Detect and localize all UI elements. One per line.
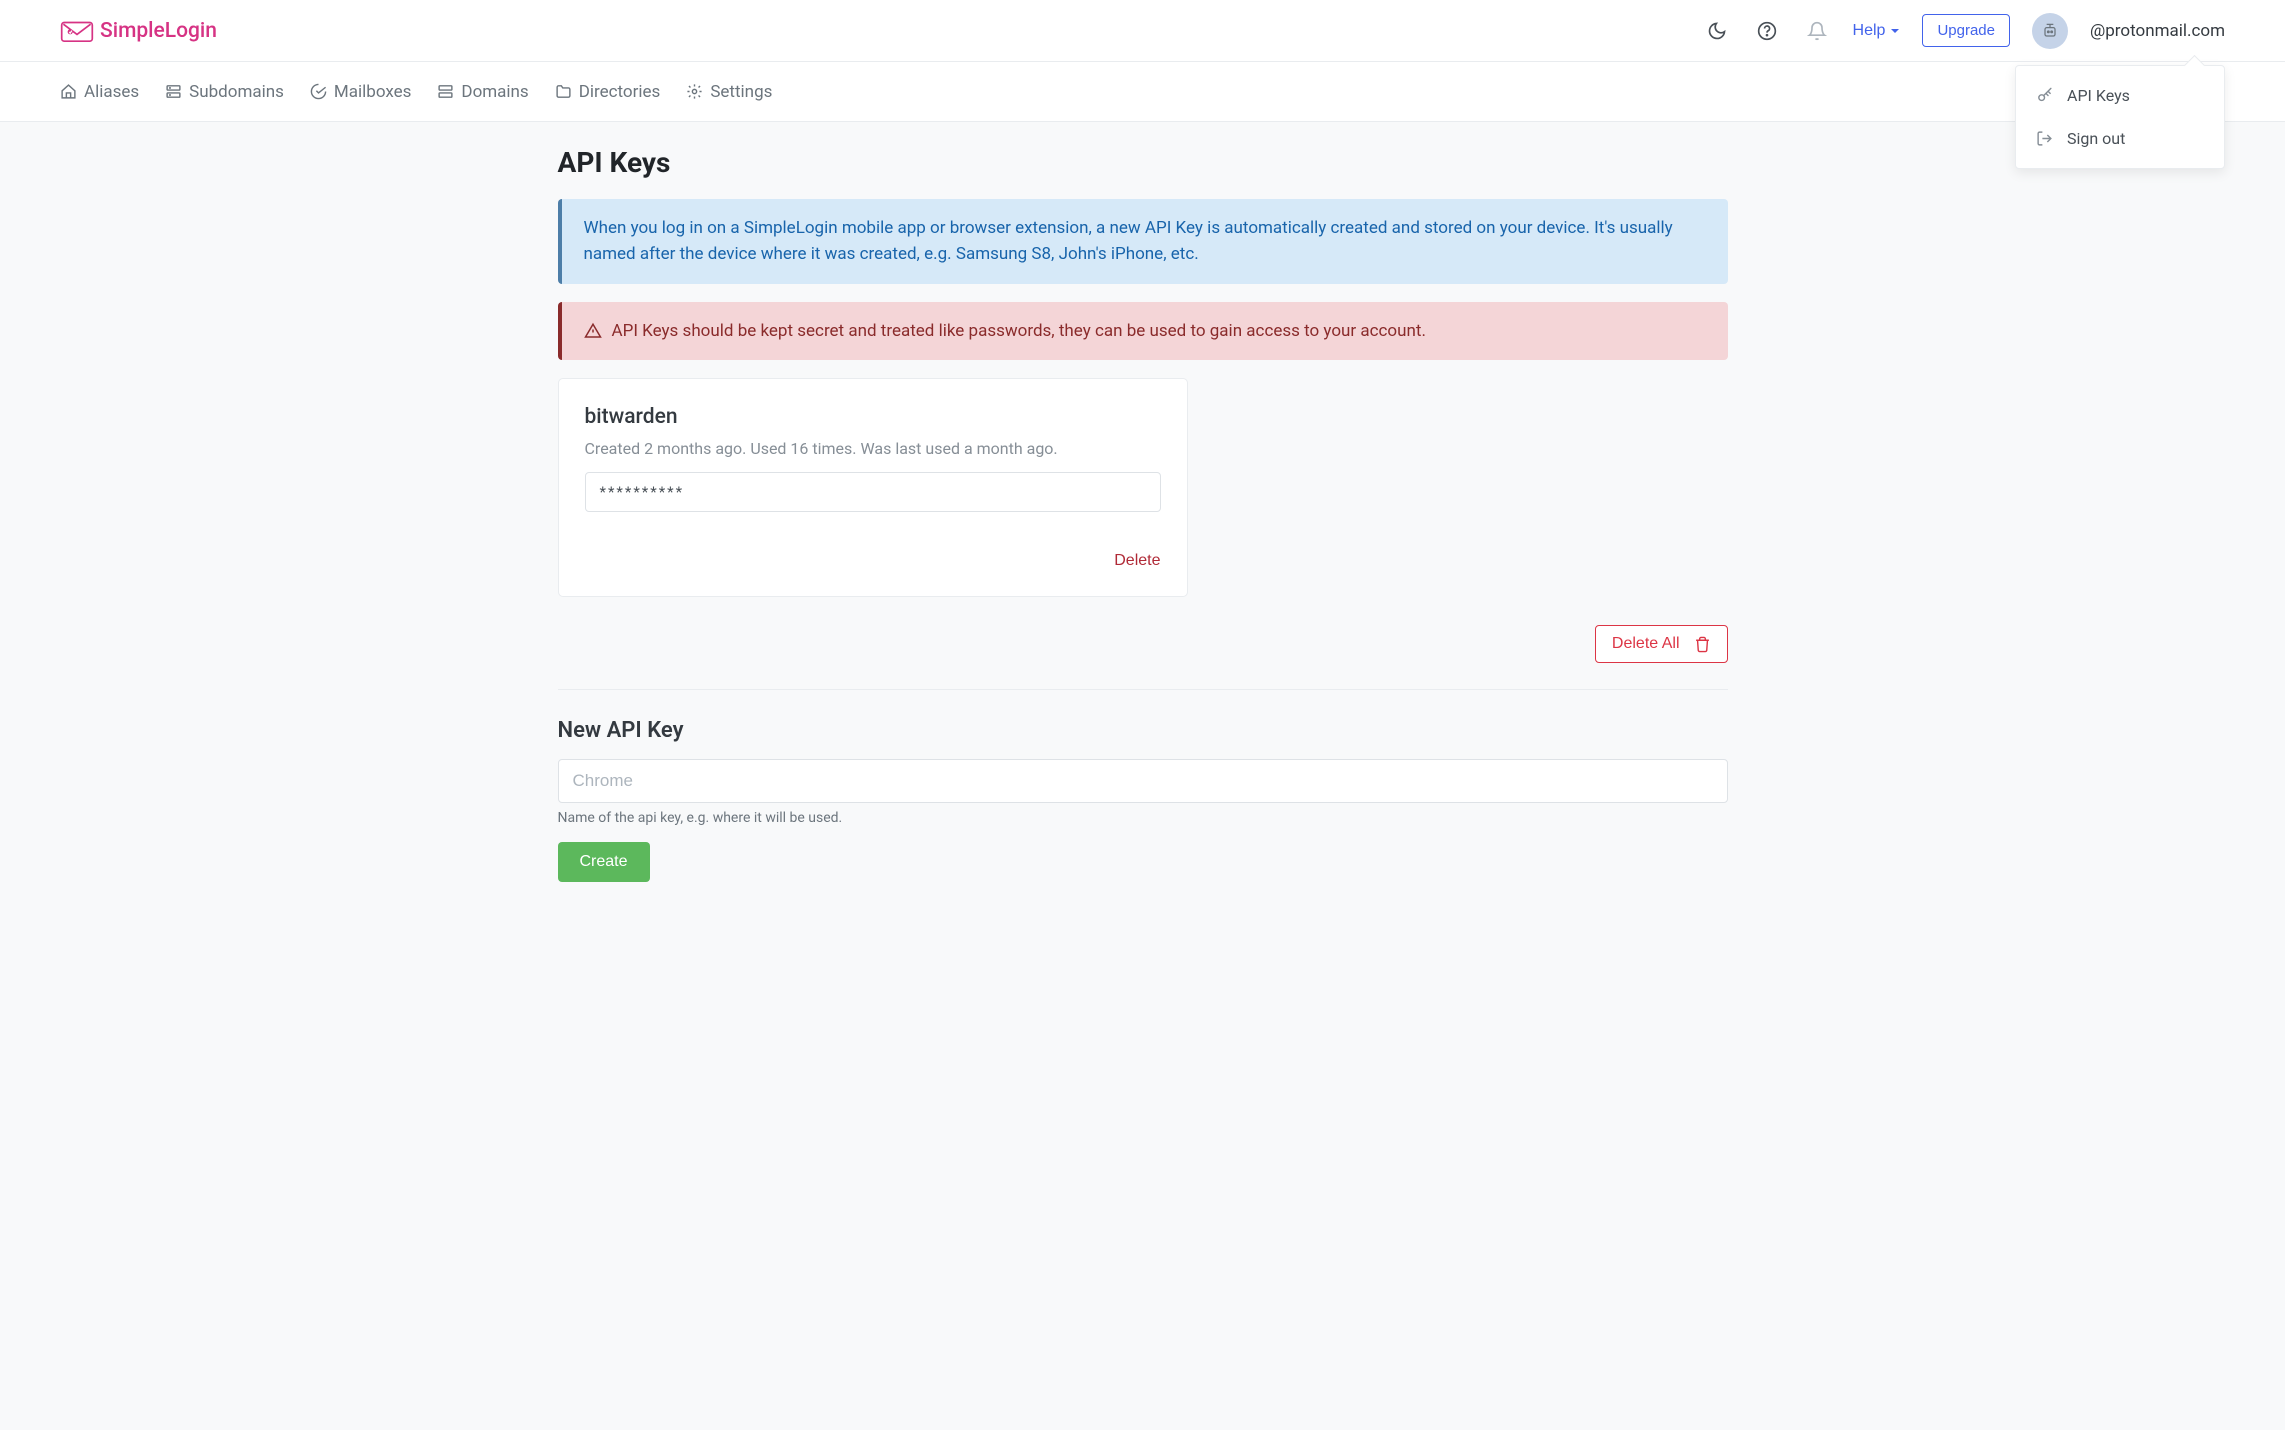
page-title: API Keys — [558, 146, 1728, 179]
main-container: API Keys When you log in on a SimpleLogi… — [498, 122, 1788, 922]
user-dropdown: API Keys Sign out — [2015, 65, 2225, 169]
navbar: Aliases Subdomains Mailboxes Domains Dir… — [0, 62, 2285, 122]
subdomain-icon — [165, 83, 182, 100]
new-api-key-name-input[interactable] — [558, 759, 1728, 803]
api-key-masked: ********** — [585, 472, 1161, 512]
mailbox-icon — [310, 83, 327, 100]
upgrade-button[interactable]: Upgrade — [1922, 14, 2010, 47]
new-api-key-section: New API Key Name of the api key, e.g. wh… — [558, 718, 1728, 882]
warning-triangle-icon — [584, 322, 602, 340]
avatar[interactable] — [2032, 13, 2068, 49]
question-circle-icon — [1757, 21, 1777, 41]
dark-mode-toggle[interactable] — [1703, 17, 1731, 45]
trash-icon — [1694, 636, 1711, 653]
nav-mailboxes[interactable]: Mailboxes — [310, 82, 411, 102]
brand[interactable]: SimpleLogin — [60, 19, 217, 43]
delete-all-label: Delete All — [1612, 635, 1680, 653]
help-dropdown[interactable]: Help — [1853, 22, 1901, 40]
moon-icon — [1707, 21, 1727, 41]
api-key-name: bitwarden — [585, 405, 1161, 429]
new-api-key-help: Name of the api key, e.g. where it will … — [558, 810, 1728, 826]
chevron-down-icon — [1890, 26, 1900, 36]
dropdown-label: API Keys — [2067, 86, 2130, 105]
signout-icon — [2036, 130, 2053, 147]
new-api-key-title: New API Key — [558, 718, 1728, 743]
topbar: SimpleLogin Help Upgrade @protonmail.com… — [0, 0, 2285, 62]
info-alert: When you log in on a SimpleLogin mobile … — [558, 199, 1728, 284]
api-key-meta: Created 2 months ago. Used 16 times. Was… — [585, 439, 1161, 458]
avatar-robot-icon — [2040, 21, 2060, 41]
brand-logo-icon — [60, 19, 94, 43]
nav-domains[interactable]: Domains — [437, 82, 528, 102]
help-label: Help — [1853, 22, 1886, 40]
home-icon — [60, 83, 77, 100]
dropdown-item-signout[interactable]: Sign out — [2016, 117, 2224, 160]
delete-key-button[interactable]: Delete — [1114, 552, 1160, 570]
api-key-card: bitwarden Created 2 months ago. Used 16 … — [558, 378, 1188, 597]
nav-directories[interactable]: Directories — [555, 82, 661, 102]
folder-icon — [555, 83, 572, 100]
create-api-key-button[interactable]: Create — [558, 842, 650, 882]
dropdown-label: Sign out — [2067, 129, 2125, 148]
warning-text: API Keys should be kept secret and treat… — [612, 318, 1426, 344]
user-email[interactable]: @protonmail.com — [2090, 21, 2225, 41]
notifications-button[interactable] — [1803, 17, 1831, 45]
nav-settings[interactable]: Settings — [686, 82, 772, 102]
help-icon-button[interactable] — [1753, 17, 1781, 45]
gear-icon — [686, 83, 703, 100]
domain-icon — [437, 83, 454, 100]
dropdown-item-api-keys[interactable]: API Keys — [2016, 74, 2224, 117]
delete-all-button[interactable]: Delete All — [1595, 625, 1728, 663]
user-area: @protonmail.com API Keys Sign out — [2032, 13, 2225, 49]
warning-alert: API Keys should be kept secret and treat… — [558, 302, 1728, 360]
brand-name: SimpleLogin — [100, 19, 217, 43]
bell-icon — [1807, 21, 1827, 41]
nav-aliases[interactable]: Aliases — [60, 82, 139, 102]
nav-subdomains[interactable]: Subdomains — [165, 82, 284, 102]
key-icon — [2036, 87, 2053, 104]
